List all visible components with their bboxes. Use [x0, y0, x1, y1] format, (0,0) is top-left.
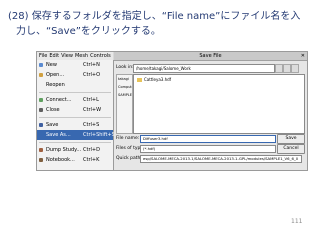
- save-file-dialog: Save File ✕ Look in: /home/takagi/Salome…: [114, 52, 307, 170]
- menu-item-label: Reopen: [46, 82, 65, 88]
- folder-icon: [137, 78, 142, 82]
- menu-item-label: New: [46, 62, 57, 68]
- back-icon[interactable]: [275, 64, 283, 73]
- menu-item-label: Save As...: [46, 132, 71, 138]
- close-icon: [39, 108, 43, 112]
- menu-item-connect[interactable]: Connect... Ctrl+L: [37, 95, 113, 105]
- sidebar-item-home[interactable]: takagi: [117, 75, 132, 83]
- file-name-field[interactable]: Diffuser3.hdf: [140, 135, 276, 143]
- menu-item-shortcut: Ctrl+D: [83, 147, 100, 153]
- slide-title-line2: 力し、“Save”をクリックする。: [16, 26, 161, 37]
- menu-item-new[interactable]: New Ctrl+N: [37, 60, 113, 70]
- page-number: 111: [291, 218, 303, 225]
- up-folder-icon[interactable]: [283, 64, 291, 73]
- menu-item-notebook[interactable]: Notebook... Ctrl+K: [37, 155, 113, 165]
- dump-icon: [39, 148, 43, 152]
- menu-file[interactable]: File: [39, 52, 47, 60]
- menu-item-save-as[interactable]: Save As... Ctrl+Shift+S: [37, 130, 115, 140]
- menu-item-dump-study[interactable]: Dump Study... Ctrl+D: [37, 145, 113, 155]
- menu-item-open[interactable]: Open... Ctrl+O: [37, 70, 113, 80]
- menubar: FileEditViewMeshControlsModif: [37, 52, 113, 60]
- menu-item-label: Close: [46, 107, 60, 113]
- menu-view[interactable]: View: [61, 52, 73, 60]
- look-in-label: Look in:: [116, 65, 134, 70]
- menu-item-shortcut: Ctrl+N: [83, 62, 100, 68]
- menu-item-shortcut: Ctrl+O: [83, 72, 101, 78]
- menu-item-label: Save: [46, 122, 59, 128]
- menu-item-reopen[interactable]: Reopen: [37, 80, 113, 90]
- menu-edit[interactable]: Edit: [49, 52, 59, 60]
- menu-item-shortcut: Ctrl+K: [83, 157, 100, 163]
- quick-path-label: Quick path:: [116, 156, 142, 161]
- close-icon[interactable]: ✕: [301, 52, 305, 60]
- menu-item-shortcut: Ctrl+L: [83, 97, 99, 103]
- places-sidebar: takagi Computer SAMPLE1: [116, 74, 133, 134]
- slide-title: (28) 保存するフォルダを指定し、“File name”にファイル名を入 力し…: [8, 9, 308, 39]
- connect-icon: [39, 98, 43, 102]
- menu-separator: [39, 117, 111, 118]
- file-item-label: Cattleya3.hdf: [144, 77, 172, 82]
- save-icon: [39, 123, 43, 127]
- notebook-icon: [39, 158, 43, 162]
- menu-item-shortcut: Ctrl+S: [83, 122, 100, 128]
- menu-mesh[interactable]: Mesh: [75, 52, 88, 60]
- menu-separator: [39, 92, 111, 93]
- sidebar-item-sample1[interactable]: SAMPLE1: [117, 91, 132, 99]
- list-item[interactable]: Cattleya3.hdf: [137, 77, 171, 83]
- menu-separator: [39, 142, 111, 143]
- dialog-title: Save File: [199, 53, 222, 59]
- menu-controls[interactable]: Controls: [90, 52, 111, 60]
- file-list[interactable]: Cattleya3.hdf: [133, 74, 305, 134]
- file-menu: New Ctrl+N Open... Ctrl+O Reopen Connect... Ct…: [37, 60, 115, 170]
- new-file-icon: [39, 63, 43, 67]
- new-folder-icon[interactable]: [291, 64, 299, 73]
- menu-item-label: Dump Study...: [46, 147, 82, 153]
- cancel-button[interactable]: Cancel: [277, 144, 305, 154]
- file-type-select[interactable]: (*.hdf): [140, 145, 276, 153]
- sidebar-item-computer[interactable]: Computer: [117, 83, 132, 91]
- menu-item-label: Connect...: [46, 97, 72, 103]
- menu-item-label: Open...: [46, 72, 65, 78]
- menu-item-shortcut: Ctrl+W: [83, 107, 102, 113]
- slide-title-line1: (28) 保存するフォルダを指定し、“File name”にファイル名を入: [8, 11, 301, 22]
- salome-window: FileEditViewMeshControlsModif New Ctrl+N O…: [36, 51, 308, 171]
- quick-path-field[interactable]: esp/SALOME-MECA-2013.1/SALOME-MECA-2013.…: [140, 155, 302, 163]
- menu-item-save[interactable]: Save Ctrl+S: [37, 120, 113, 130]
- dialog-titlebar: Save File ✕: [114, 52, 307, 61]
- menu-item-close[interactable]: Close Ctrl+W: [37, 105, 113, 115]
- menu-item-shortcut: Ctrl+Shift+S: [83, 132, 115, 138]
- look-in-combo[interactable]: /home/takagi/Salome_Work: [133, 64, 275, 73]
- file-name-label: File name:: [116, 136, 140, 141]
- save-button[interactable]: Save: [277, 134, 305, 144]
- menu-item-label: Notebook...: [46, 157, 75, 163]
- open-folder-icon: [39, 73, 43, 77]
